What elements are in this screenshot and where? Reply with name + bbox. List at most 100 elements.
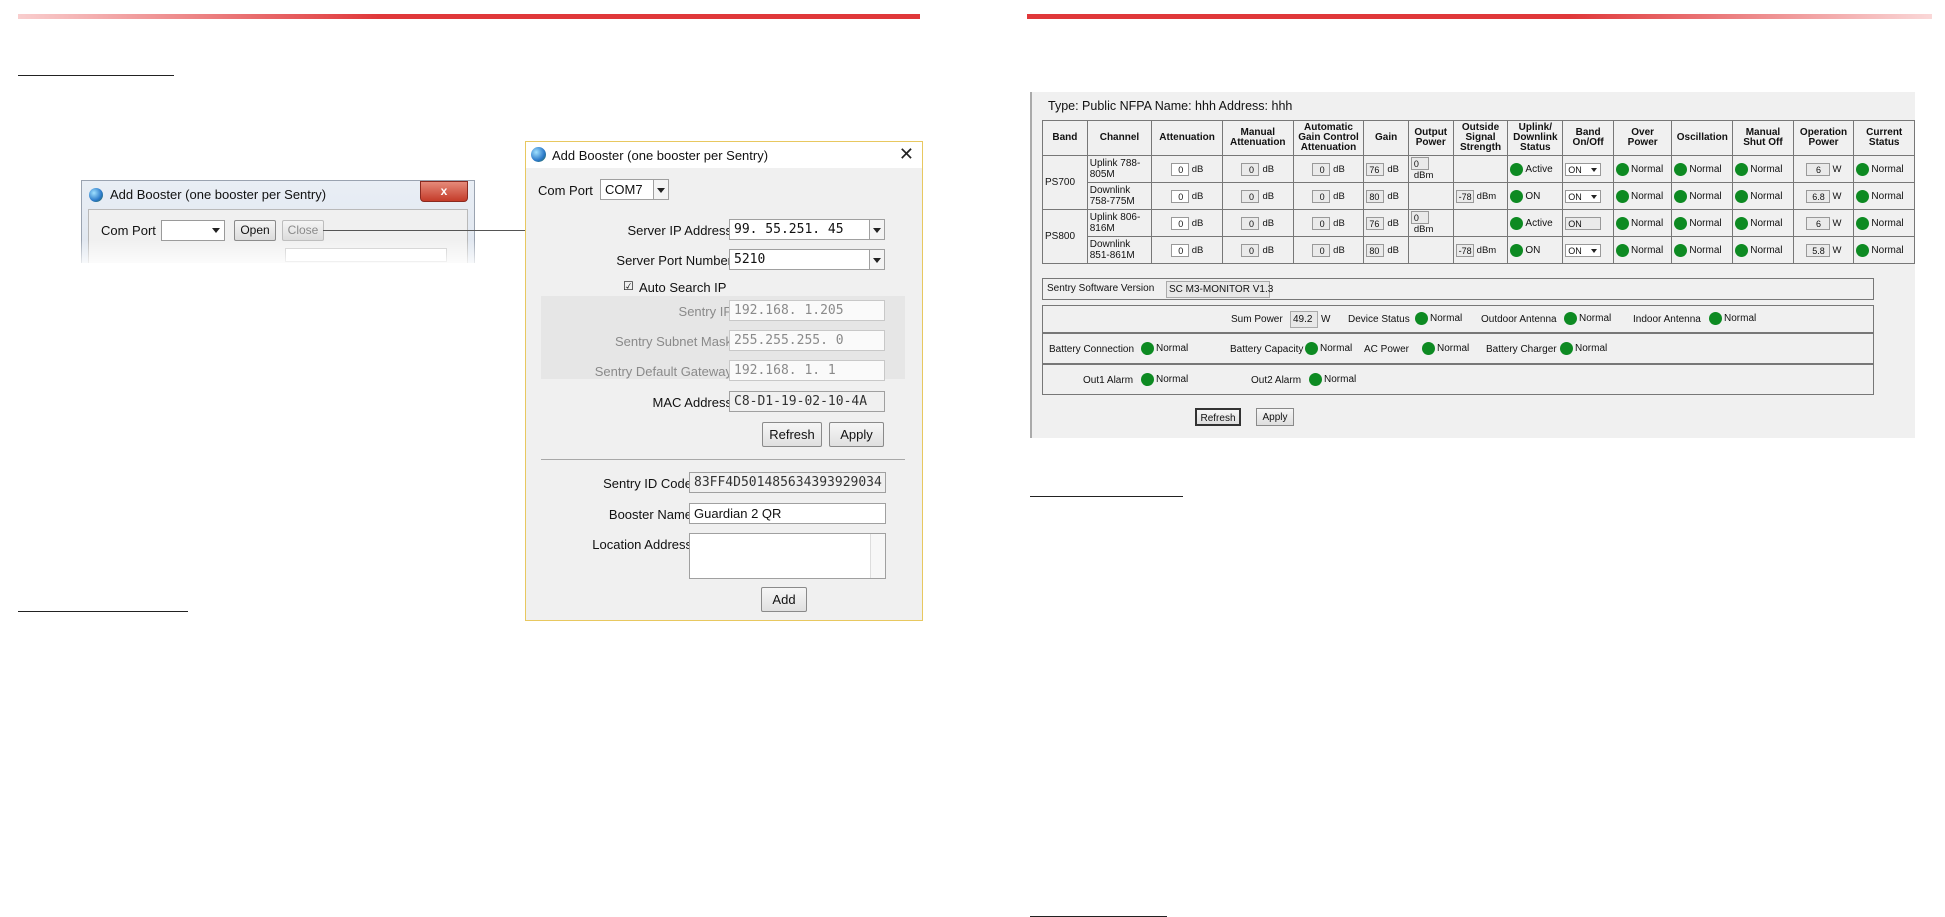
- output-power-field: 0: [1410, 211, 1429, 224]
- com-port-label: Com Port: [538, 183, 593, 198]
- link-status-cell: ON: [1507, 182, 1564, 210]
- column-header: Manual Shut Off: [1732, 120, 1794, 156]
- output-power-cell: 0dBm: [1407, 209, 1454, 237]
- attenuation-input[interactable]: 0: [1170, 189, 1189, 203]
- com-port-select[interactable]: [161, 220, 225, 241]
- column-header: Band: [1042, 120, 1088, 156]
- unit-label: W: [1832, 190, 1842, 202]
- location-address-textarea[interactable]: [689, 533, 886, 579]
- status-indicator-icon: [1309, 373, 1322, 386]
- output-power-cell: 0dBm: [1407, 155, 1454, 183]
- status-indicator-icon: [1856, 189, 1870, 203]
- band-on-off-select[interactable]: ON: [1565, 162, 1602, 176]
- operation-power-field: 6.8: [1805, 189, 1830, 203]
- open-button[interactable]: Open: [234, 220, 276, 241]
- status-indicator-icon: [1674, 162, 1688, 176]
- status-indicator-icon: [1615, 189, 1629, 203]
- add-button[interactable]: Add: [761, 587, 807, 612]
- com-port-select[interactable]: COM7: [600, 179, 669, 200]
- server-port-select[interactable]: 5210: [729, 249, 885, 270]
- sentry-id-label: Sentry ID Code: [603, 476, 692, 491]
- default-gateway-field[interactable]: 192.168. 1. 1: [729, 360, 885, 381]
- unit-label: dBm: [1413, 170, 1434, 181]
- signal-strength-field: -78: [1455, 189, 1474, 203]
- status-text: Normal: [1630, 190, 1664, 202]
- booster-monitor-panel: Type: Public NFPA Name: hhh Address: hhh…: [1030, 92, 1915, 438]
- attenuation-input: 0: [1312, 162, 1331, 176]
- unit-label: dB: [1262, 217, 1275, 229]
- status-text: Normal: [1871, 190, 1904, 202]
- attenuation-input: 0: [1241, 162, 1260, 176]
- apply-button[interactable]: Apply: [1256, 408, 1294, 426]
- com-port-label: Com Port: [101, 223, 156, 238]
- software-version-field: SC M3-MONITOR V1.3: [1166, 281, 1273, 298]
- unit-label: W: [1832, 163, 1842, 175]
- chevron-down-icon: [653, 180, 668, 199]
- sentry-ip-field[interactable]: 192.168. 1.205: [729, 300, 885, 321]
- signal-strength-cell: -78 dBm: [1452, 236, 1509, 264]
- unit-label: dB: [1262, 244, 1275, 256]
- attenuation-input[interactable]: 0: [1170, 243, 1189, 257]
- signal-strength-field: -78: [1455, 243, 1474, 257]
- status-cell: Normal: [1732, 209, 1794, 237]
- status-text: Normal: [1871, 163, 1904, 175]
- attenuation-input[interactable]: 0: [1170, 216, 1189, 230]
- attenuation-input: 0: [1312, 243, 1331, 257]
- status-cell: Normal: [1612, 155, 1673, 183]
- battery-status-row: Battery Connection Normal Battery Capaci…: [1042, 333, 1874, 364]
- band-cell: PS700: [1042, 155, 1088, 210]
- attenuation-input: 0: [1241, 216, 1260, 230]
- status-text: Normal: [1871, 217, 1904, 229]
- status-indicator-icon: [1615, 216, 1629, 230]
- unit-label: dB: [1191, 217, 1204, 229]
- booster-name-input[interactable]: Guardian 2 QR: [689, 503, 886, 524]
- sentry-ip-label: Sentry IP: [678, 304, 732, 319]
- mac-address-label: MAC Address: [652, 395, 732, 410]
- sum-power-field: 49.2: [1290, 311, 1318, 328]
- status-cell: Normal: [1732, 182, 1794, 210]
- operation-power-cell: 6W: [1792, 209, 1855, 237]
- auto-search-checkbox[interactable]: ☑: [623, 279, 634, 293]
- table-row: PS700 Uplink 788-805M 0 dB 0 dB 0 dB 76 dB 0dBm Act…: [1042, 155, 1915, 210]
- attenuation-cell: 0 dB: [1151, 155, 1223, 183]
- operation-power-cell: 6.8 W: [1792, 182, 1855, 210]
- server-ip-select[interactable]: 99. 55.251. 45: [729, 219, 885, 240]
- band-on-off-select[interactable]: ON: [1565, 243, 1602, 257]
- status-cell: Normal: [1612, 236, 1673, 264]
- close-icon[interactable]: x: [420, 181, 468, 202]
- scrollbar[interactable]: [870, 534, 885, 578]
- status-indicator-icon: [1564, 312, 1577, 325]
- status-cell: Normal: [1671, 236, 1734, 264]
- current-status-cell: Normal: [1853, 155, 1915, 183]
- chevron-down-icon: [212, 228, 220, 233]
- link-status-cell: ON: [1507, 236, 1564, 264]
- close-icon[interactable]: ✕: [899, 144, 914, 165]
- unit-label: dB: [1333, 244, 1345, 256]
- band-on-off-select[interactable]: ON: [1565, 189, 1602, 203]
- refresh-button[interactable]: Refresh: [1195, 408, 1241, 426]
- refresh-button[interactable]: Refresh: [762, 422, 822, 447]
- subnet-mask-field[interactable]: 255.255.255. 0: [729, 330, 885, 351]
- close-button[interactable]: Close: [282, 220, 324, 241]
- alarm-status-row: Out1 Alarm Normal Out2 Alarm Normal: [1042, 364, 1874, 395]
- unit-label: dB: [1191, 163, 1204, 175]
- status-indicator-icon: [1856, 216, 1870, 230]
- unit-label: dB: [1333, 163, 1345, 175]
- band-status-table: Band Channel Attenuation Manual Attenuation…: [1042, 120, 1915, 264]
- column-header: Automatic Gain Control Attenuation: [1292, 120, 1365, 156]
- column-header: Channel: [1086, 120, 1153, 156]
- chevron-down-icon: [869, 250, 884, 269]
- gain-field: 80: [1366, 243, 1385, 257]
- status-cell: Normal: [1671, 155, 1734, 183]
- unit-label: dBm: [1476, 244, 1497, 256]
- apply-button[interactable]: Apply: [829, 422, 884, 447]
- section-heading-underline: [18, 75, 174, 76]
- mac-address-field: C8-D1-19-02-10-4A: [729, 391, 885, 412]
- column-header: Over Power: [1612, 120, 1673, 156]
- attenuation-input[interactable]: 0: [1170, 162, 1189, 176]
- attenuation-input: 0: [1241, 243, 1260, 257]
- unit-label: dB: [1387, 244, 1399, 256]
- gain-cell: 80 dB: [1363, 236, 1409, 264]
- battery-connection-label: Battery Connection: [1049, 344, 1135, 355]
- unit-label: dBm: [1413, 224, 1434, 235]
